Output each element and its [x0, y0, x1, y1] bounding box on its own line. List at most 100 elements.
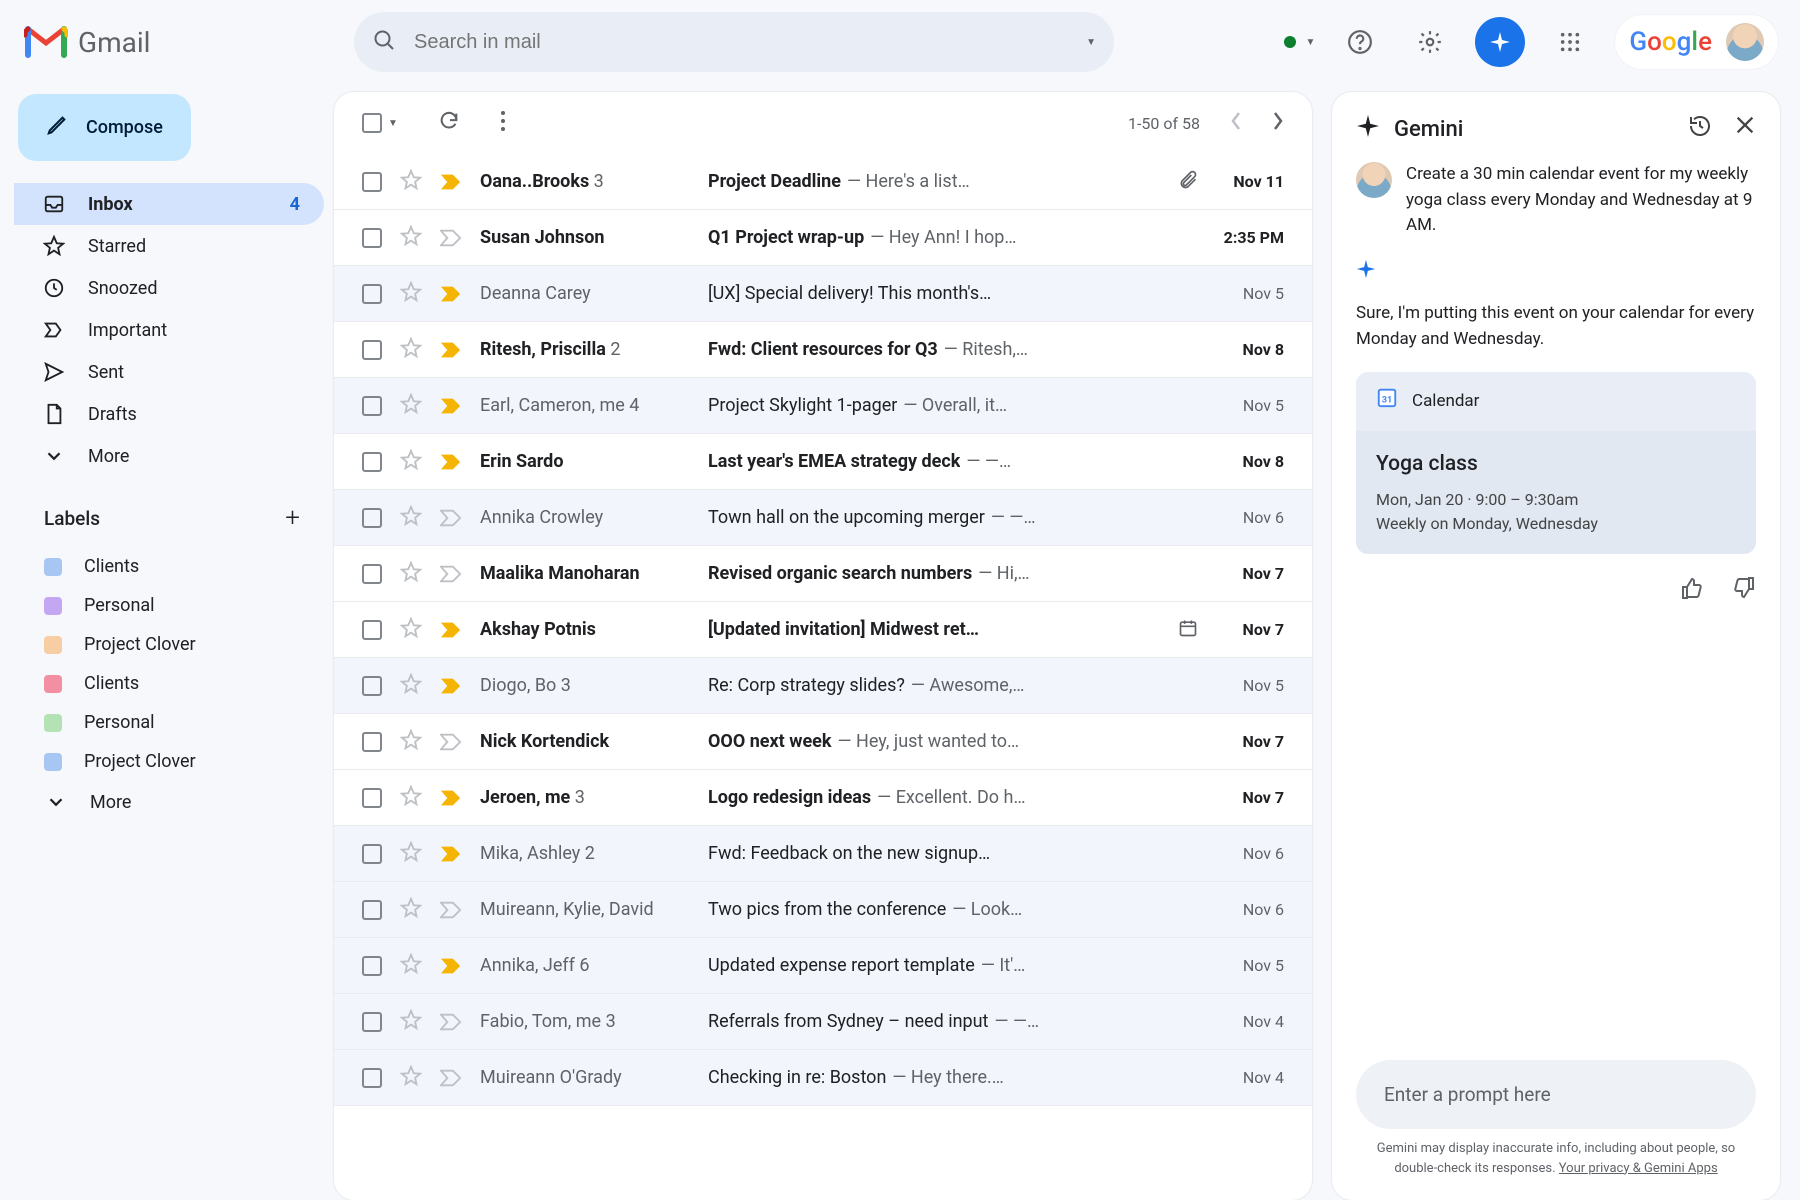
email-row[interactable]: Annika, Jeff 6 Updated expense report te… — [334, 938, 1312, 994]
label-item[interactable]: Clients — [14, 547, 324, 586]
thumbs-down-button[interactable] — [1732, 576, 1756, 609]
google-account-chip[interactable]: Google — [1615, 15, 1778, 69]
important-marker[interactable] — [440, 1069, 462, 1087]
email-row[interactable]: Akshay Potnis [Updated invitation] Midwe… — [334, 602, 1312, 658]
calendar-card[interactable]: Yoga class Mon, Jan 20 · 9:00 – 9:30am W… — [1356, 431, 1756, 555]
row-checkbox[interactable] — [362, 284, 382, 304]
row-checkbox[interactable] — [362, 1068, 382, 1088]
add-label-button[interactable]: + — [285, 503, 300, 533]
row-checkbox[interactable] — [362, 564, 382, 584]
star-button[interactable] — [400, 897, 422, 923]
email-row[interactable]: Muireann, Kylie, David Two pics from the… — [334, 882, 1312, 938]
settings-button[interactable] — [1405, 17, 1455, 67]
refresh-button[interactable] — [438, 110, 460, 136]
email-row[interactable]: Jeroen, me 3 Logo redesign ideas — Excel… — [334, 770, 1312, 826]
close-button[interactable] — [1734, 114, 1756, 144]
important-marker[interactable] — [440, 677, 462, 695]
user-avatar[interactable] — [1726, 23, 1764, 61]
star-button[interactable] — [400, 337, 422, 363]
label-item[interactable]: Project Clover — [14, 625, 324, 664]
search-input[interactable] — [414, 31, 1068, 54]
row-checkbox[interactable] — [362, 620, 382, 640]
star-button[interactable] — [400, 729, 422, 755]
status-indicator[interactable]: ▼ — [1284, 36, 1316, 48]
email-row[interactable]: Fabio, Tom, me 3 Referrals from Sydney –… — [334, 994, 1312, 1050]
history-button[interactable] — [1688, 114, 1712, 144]
gemini-button[interactable] — [1475, 17, 1525, 67]
row-checkbox[interactable] — [362, 900, 382, 920]
row-checkbox[interactable] — [362, 1012, 382, 1032]
email-row[interactable]: Ritesh, Priscilla 2 Fwd: Client resource… — [334, 322, 1312, 378]
row-checkbox[interactable] — [362, 508, 382, 528]
select-all-checkbox[interactable]: ▼ — [362, 113, 398, 133]
important-marker[interactable] — [440, 957, 462, 975]
important-marker[interactable] — [440, 509, 462, 527]
more-options-button[interactable] — [500, 110, 506, 136]
apps-button[interactable] — [1545, 17, 1595, 67]
privacy-link[interactable]: Your privacy & Gemini Apps — [1559, 1161, 1718, 1176]
email-row[interactable]: Diogo, Bo 3 Re: Corp strategy slides? — … — [334, 658, 1312, 714]
email-row[interactable]: Annika Crowley Town hall on the upcoming… — [334, 490, 1312, 546]
star-button[interactable] — [400, 281, 422, 307]
important-marker[interactable] — [440, 621, 462, 639]
email-row[interactable]: Deanna Carey [UX] Special delivery! This… — [334, 266, 1312, 322]
important-marker[interactable] — [440, 901, 462, 919]
star-button[interactable] — [400, 169, 422, 195]
row-checkbox[interactable] — [362, 732, 382, 752]
email-row[interactable]: Earl, Cameron, me 4 Project Skylight 1-p… — [334, 378, 1312, 434]
search-options-icon[interactable]: ▼ — [1086, 37, 1096, 48]
thumbs-up-button[interactable] — [1680, 576, 1704, 609]
star-button[interactable] — [400, 841, 422, 867]
row-checkbox[interactable] — [362, 396, 382, 416]
label-item[interactable]: Project Clover — [14, 742, 324, 781]
label-item[interactable]: Clients — [14, 664, 324, 703]
compose-button[interactable]: Compose — [18, 94, 191, 161]
nav-item-starred[interactable]: Starred — [14, 225, 324, 267]
row-checkbox[interactable] — [362, 788, 382, 808]
important-marker[interactable] — [440, 285, 462, 303]
calendar-card-header[interactable]: 31 Calendar — [1356, 372, 1756, 431]
row-checkbox[interactable] — [362, 844, 382, 864]
star-button[interactable] — [400, 505, 422, 531]
email-row[interactable]: Oana..Brooks 3 Project Deadline — Here's… — [334, 154, 1312, 210]
search-bar[interactable]: ▼ — [354, 12, 1114, 72]
prompt-input[interactable]: Enter a prompt here — [1356, 1060, 1756, 1129]
star-button[interactable] — [400, 561, 422, 587]
nav-item-drafts[interactable]: Drafts — [14, 393, 324, 435]
email-row[interactable]: Erin Sardo Last year's EMEA strategy dec… — [334, 434, 1312, 490]
logo-area[interactable]: Gmail — [24, 25, 334, 59]
important-marker[interactable] — [440, 789, 462, 807]
important-marker[interactable] — [440, 565, 462, 583]
important-marker[interactable] — [440, 733, 462, 751]
star-button[interactable] — [400, 225, 422, 251]
important-marker[interactable] — [440, 453, 462, 471]
star-button[interactable] — [400, 1009, 422, 1035]
nav-item-sent[interactable]: Sent — [14, 351, 324, 393]
important-marker[interactable] — [440, 173, 462, 191]
nav-item-more[interactable]: More — [14, 435, 324, 477]
row-checkbox[interactable] — [362, 228, 382, 248]
row-checkbox[interactable] — [362, 172, 382, 192]
row-checkbox[interactable] — [362, 340, 382, 360]
email-row[interactable]: Susan Johnson Q1 Project wrap-up — Hey A… — [334, 210, 1312, 266]
labels-more[interactable]: More — [14, 781, 324, 823]
important-marker[interactable] — [440, 341, 462, 359]
star-button[interactable] — [400, 393, 422, 419]
next-page-button[interactable] — [1272, 111, 1284, 135]
important-marker[interactable] — [440, 845, 462, 863]
important-marker[interactable] — [440, 397, 462, 415]
star-button[interactable] — [400, 617, 422, 643]
email-row[interactable]: Mika, Ashley 2 Fwd: Feedback on the new … — [334, 826, 1312, 882]
email-row[interactable]: Nick Kortendick OOO next week — Hey, jus… — [334, 714, 1312, 770]
nav-item-important[interactable]: Important — [14, 309, 324, 351]
star-button[interactable] — [400, 449, 422, 475]
nav-item-inbox[interactable]: Inbox 4 — [14, 183, 324, 225]
label-item[interactable]: Personal — [14, 586, 324, 625]
email-row[interactable]: Maalika Manoharan Revised organic search… — [334, 546, 1312, 602]
nav-item-snoozed[interactable]: Snoozed — [14, 267, 324, 309]
star-button[interactable] — [400, 673, 422, 699]
row-checkbox[interactable] — [362, 956, 382, 976]
email-row[interactable]: Muireann O'Grady Checking in re: Boston … — [334, 1050, 1312, 1106]
star-button[interactable] — [400, 953, 422, 979]
star-button[interactable] — [400, 1065, 422, 1091]
